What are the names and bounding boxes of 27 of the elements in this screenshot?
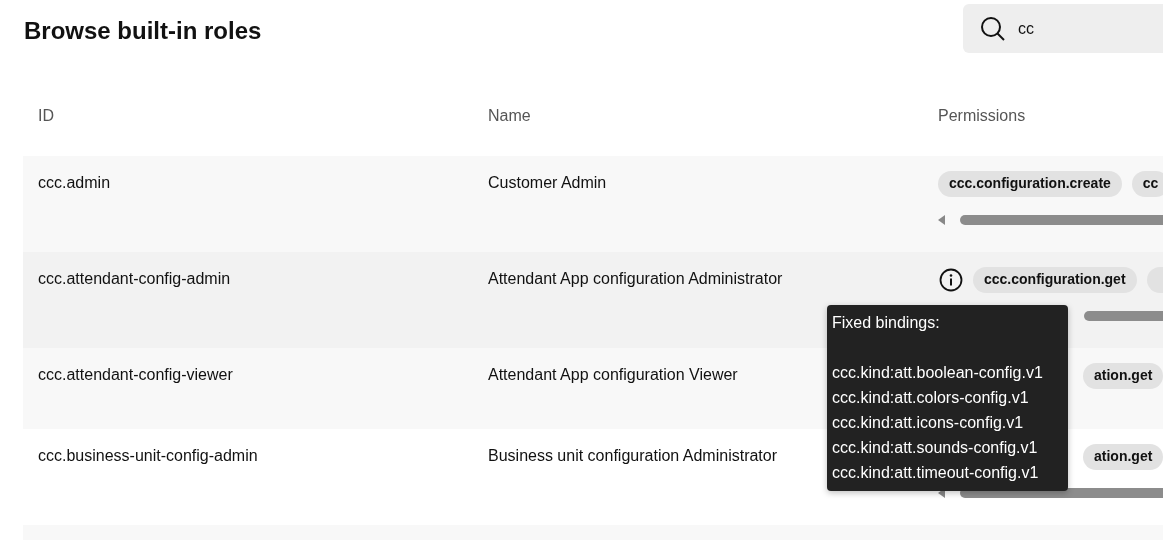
permission-tag: ation.get (1083, 363, 1163, 389)
permission-tag: ation.get (1083, 444, 1163, 470)
search-icon (980, 15, 1006, 42)
table-cell: Attendant App configuration Viewer (488, 366, 738, 383)
tooltip-title: Fixed bindings: (832, 313, 941, 333)
table-cell: ccc.attendant-config-admin (38, 270, 231, 287)
permission-tag: ccc.configuration.get (973, 267, 1137, 293)
page-title: Browse built-in roles (24, 17, 262, 45)
search-bar[interactable]: cc (963, 4, 1163, 53)
table-cell: ccc.attendant-config-viewer (38, 366, 233, 383)
tooltip-line: ccc.kind:att.sounds-config.v1 (832, 438, 1039, 458)
column-header: Permissions (937, 107, 1027, 125)
tooltip-line: ccc.kind:att.icons-config.v1 (832, 413, 1025, 433)
table-cell: Attendant App configuration Administrator (488, 270, 783, 287)
info-icon[interactable] (939, 268, 963, 292)
table-cell: Business unit configuration Administrator (488, 447, 778, 464)
column-header: ID (37, 107, 55, 125)
search-input[interactable]: cc (1018, 19, 1138, 38)
permission-tag: ccc.configuration.create (938, 171, 1122, 197)
tooltip-line: ccc.kind:att.boolean-config.v1 (832, 363, 1044, 383)
column-header: Name (487, 107, 532, 125)
table-cell: Customer Admin (488, 174, 607, 191)
tooltip-line: ccc.kind:att.colors-config.v1 (832, 388, 1030, 408)
table-cell: ccc.admin (38, 174, 111, 191)
tooltip-line: ccc.kind:att.timeout-config.v1 (832, 463, 1040, 483)
table-cell: ccc.business-unit-config-admin (38, 447, 258, 464)
permission-tag: cc (1131, 171, 1163, 197)
